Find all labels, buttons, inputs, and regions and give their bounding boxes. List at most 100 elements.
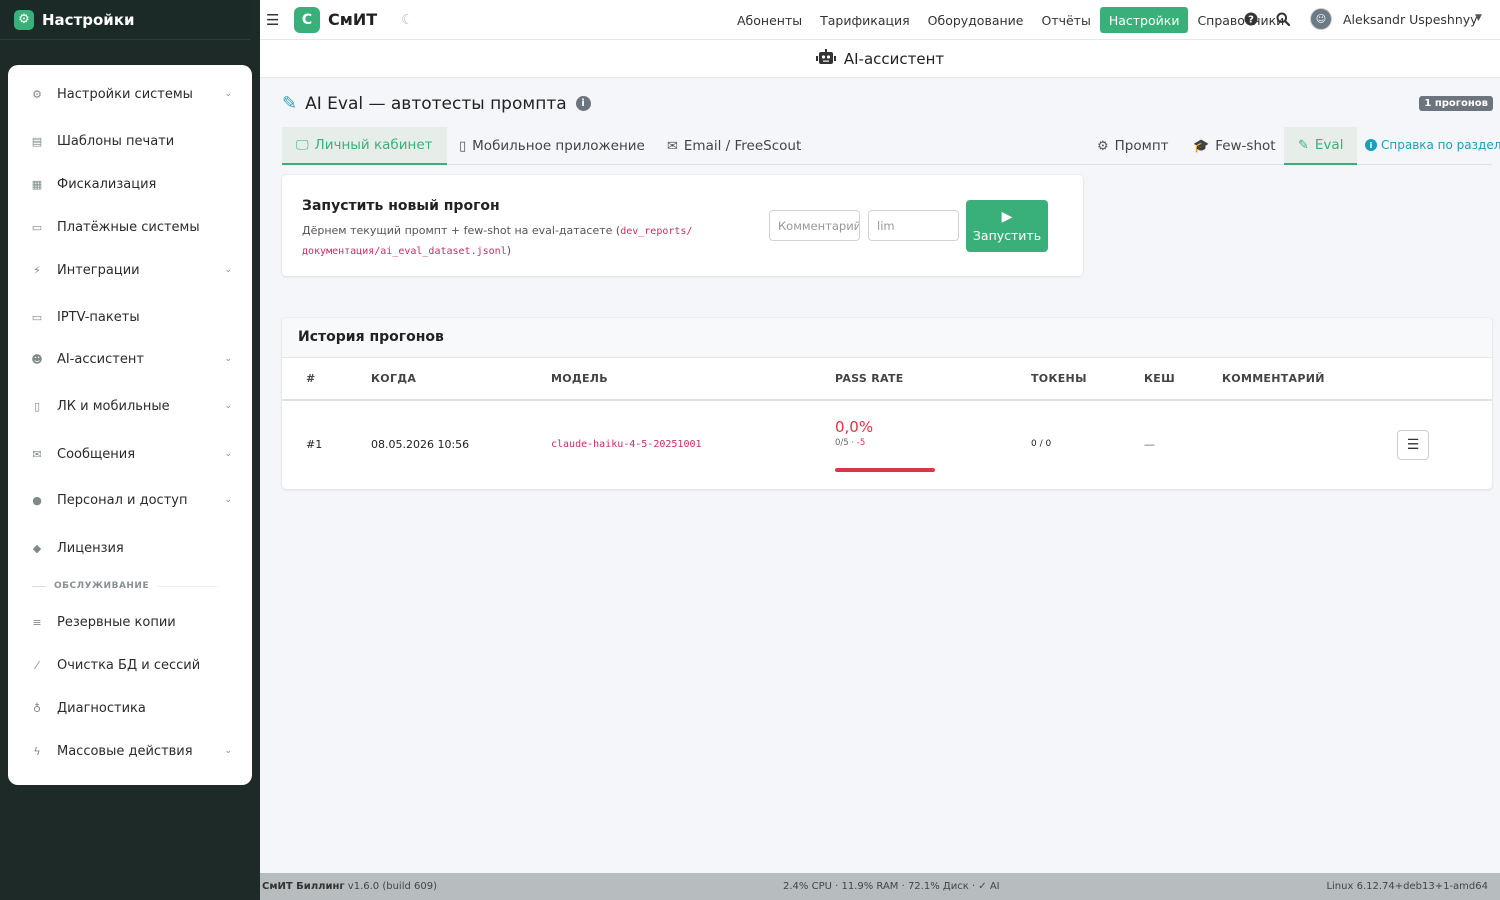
tab-label: Email / FreeScout	[683, 138, 802, 154]
nav-link[interactable]: Абоненты	[728, 7, 811, 33]
section-header: AI-ассистент	[260, 40, 1500, 78]
sidebar-item-label: Массовые действия	[57, 743, 193, 759]
chevron-down-icon: ⌄	[224, 265, 232, 275]
footer-stats: 2.4% CPU · 11.9% RAM · 72.1% Диск · ✓ AI	[783, 881, 1000, 892]
history-header: История прогонов	[282, 318, 1492, 358]
pen-icon: ✎	[1298, 137, 1309, 153]
desktop-icon: 🖵	[296, 137, 309, 153]
sidebar-item[interactable]: ≡ Резервные копии	[8, 610, 252, 634]
info-icon[interactable]: i	[575, 96, 591, 111]
sidebar-brand-title: Настройки	[42, 10, 135, 29]
tab[interactable]: ✉ Email / FreeScout	[653, 127, 815, 165]
comment-input[interactable]	[769, 210, 860, 241]
sidebar-item-label: Настройки системы	[57, 86, 193, 102]
sidebar-item[interactable]: ▦ Фискализация	[8, 172, 252, 196]
limit-input[interactable]	[868, 210, 959, 241]
run-tokens: 0 / 0	[1031, 439, 1052, 449]
tab-label: Мобильное приложение	[472, 138, 645, 154]
top-navbar: ☰ С СмИТ ☾ Абоненты Тарификация Оборудован…	[260, 0, 1500, 40]
app-logo[interactable]: С	[294, 6, 320, 33]
info-circle-icon: i	[1365, 139, 1377, 151]
sidebar-item[interactable]: ✉ Сообщения ⌄	[8, 442, 252, 466]
tab[interactable]: 🎓 Few-shot	[1179, 127, 1290, 165]
pass-rate-bar-fill	[835, 468, 935, 472]
sidebar-item[interactable]: ● Персонал и доступ ⌄	[8, 488, 252, 512]
run-button[interactable]: ▶ Запустить	[966, 200, 1048, 252]
tab[interactable]: ✎ Eval	[1284, 127, 1358, 165]
printer-icon: ▤	[31, 134, 43, 148]
nav-link[interactable]: Оборудование	[919, 7, 1033, 33]
nav-link[interactable]: Настройки	[1099, 7, 1189, 33]
tab[interactable]: ▯ Мобильное приложение	[445, 127, 659, 165]
mobile-icon: ▯	[459, 138, 467, 154]
run-details-button[interactable]: ☰	[1397, 430, 1429, 460]
plug-icon: ⚡	[33, 263, 41, 277]
sidebar-item-label: IPTV-пакеты	[57, 309, 140, 325]
top-nav-links: Абоненты Тарификация Оборудование Отчёты Нас…	[728, 7, 1293, 33]
sidebar-item-label: Диагностика	[57, 700, 146, 716]
sidebar-item-label: AI-ассистент	[57, 351, 144, 367]
run-cache: —	[1144, 438, 1155, 451]
footer-kernel: Linux 6.12.74+deb13+1-amd64	[1326, 881, 1488, 892]
search-icon[interactable]	[1275, 11, 1291, 27]
sidebar-item[interactable]: ⚙ Настройки системы ⌄	[8, 82, 252, 106]
tab-label: Промпт	[1114, 138, 1169, 154]
moon-icon[interactable]: ☾	[401, 12, 414, 28]
col-number: #	[306, 372, 316, 385]
mobile-icon: ▯	[33, 399, 41, 413]
help-icon[interactable]: ?	[1243, 11, 1259, 27]
sidebar-item[interactable]: ⁄ Очистка БД и сессий	[8, 653, 252, 677]
robot-icon	[815, 48, 836, 69]
footer-version: СмИТ Биллинг v1.6.0 (build 609)	[262, 881, 437, 892]
svg-text:?: ?	[1248, 15, 1254, 26]
sidebar-item-label: Шаблоны печати	[57, 133, 175, 149]
col-cache: КЕШ	[1144, 372, 1175, 385]
run-model: claude-haiku-4-5-20251001	[551, 439, 702, 450]
sidebar-item[interactable]: ▭ IPTV-пакеты	[8, 305, 252, 329]
tab[interactable]: 🖵 Личный кабинет	[282, 127, 447, 165]
sidebar-item[interactable]: ▯ ЛК и мобильные ⌄	[8, 394, 252, 418]
nav-link[interactable]: Тарификация	[811, 7, 919, 33]
tab-label: Eval	[1314, 137, 1344, 153]
hamburger-menu-icon[interactable]: ☰	[266, 11, 280, 29]
tab-label: Few-shot	[1215, 138, 1276, 154]
chevron-down-icon: ⌄	[224, 449, 232, 459]
run-button-label: Запустить	[972, 228, 1042, 243]
col-pass-rate: PASS RATE	[835, 372, 904, 385]
sidebar-brand[interactable]: ⚙ Настройки	[0, 0, 250, 40]
user-name[interactable]: Aleksandr Uspeshnyy	[1343, 12, 1478, 27]
user-avatar[interactable]: ☺	[1310, 8, 1332, 30]
sidebar-item-label: Лицензия	[57, 540, 124, 556]
sidebar-item[interactable]: ⚡ Интеграции ⌄	[8, 258, 252, 282]
settings-gear-icon: ⚙	[14, 9, 34, 30]
sidebar-item-label: Сообщения	[57, 446, 136, 462]
nav-link[interactable]: Отчёты	[1032, 7, 1099, 33]
chevron-down-icon: ⌄	[224, 89, 232, 99]
history-table-header: # КОГДА МОДЕЛЬ PASS RATE ТОКЕНЫ КЕШ КОММ…	[282, 358, 1492, 401]
stethoscope-icon: ♁	[32, 701, 42, 715]
runs-count-badge: 1 прогонов	[1419, 96, 1493, 111]
sidebar-item[interactable]: ☻ AI-ассистент ⌄	[8, 347, 252, 371]
section-title: AI-ассистент	[843, 49, 945, 68]
sidebar-item[interactable]: ▭ Платёжные системы	[8, 215, 252, 239]
sidebar-item-label: Очистка БД и сессий	[57, 657, 201, 673]
sidebar-item[interactable]: ▤ Шаблоны печати	[8, 129, 252, 153]
section-help-link[interactable]: i Справка по разделу	[1365, 138, 1500, 152]
bolt-icon: ϟ	[33, 744, 41, 758]
sidebar-section-maintenance: ОБСЛУЖИВАНИЕ	[8, 581, 252, 591]
sidebar-item-label: Персонал и доступ	[57, 492, 188, 508]
tab-label: Личный кабинет	[314, 137, 433, 153]
caret-down-icon[interactable]: ▼	[1475, 13, 1482, 23]
sidebar-item[interactable]: ϟ Массовые действия ⌄	[8, 739, 252, 763]
tab[interactable]: ⚙ Промпт	[1083, 127, 1183, 165]
run-pass-rate: 0,0% 0/5 · -5	[835, 418, 873, 448]
chevron-down-icon: ⌄	[224, 401, 232, 411]
sidebar-item-label: Фискализация	[57, 176, 157, 192]
cogs-icon: ⚙	[32, 87, 42, 101]
app-name[interactable]: СмИТ	[328, 10, 377, 29]
sidebar-item[interactable]: ◆ Лицензия	[8, 536, 252, 560]
pass-rate-percent: 0,0%	[835, 418, 874, 436]
new-run-card: Запустить новый прогон Дёрнем текущий пр…	[282, 175, 1083, 276]
pass-rate-detail: 0/5 · -5	[835, 438, 866, 448]
sidebar-item[interactable]: ♁ Диагностика	[8, 696, 252, 720]
